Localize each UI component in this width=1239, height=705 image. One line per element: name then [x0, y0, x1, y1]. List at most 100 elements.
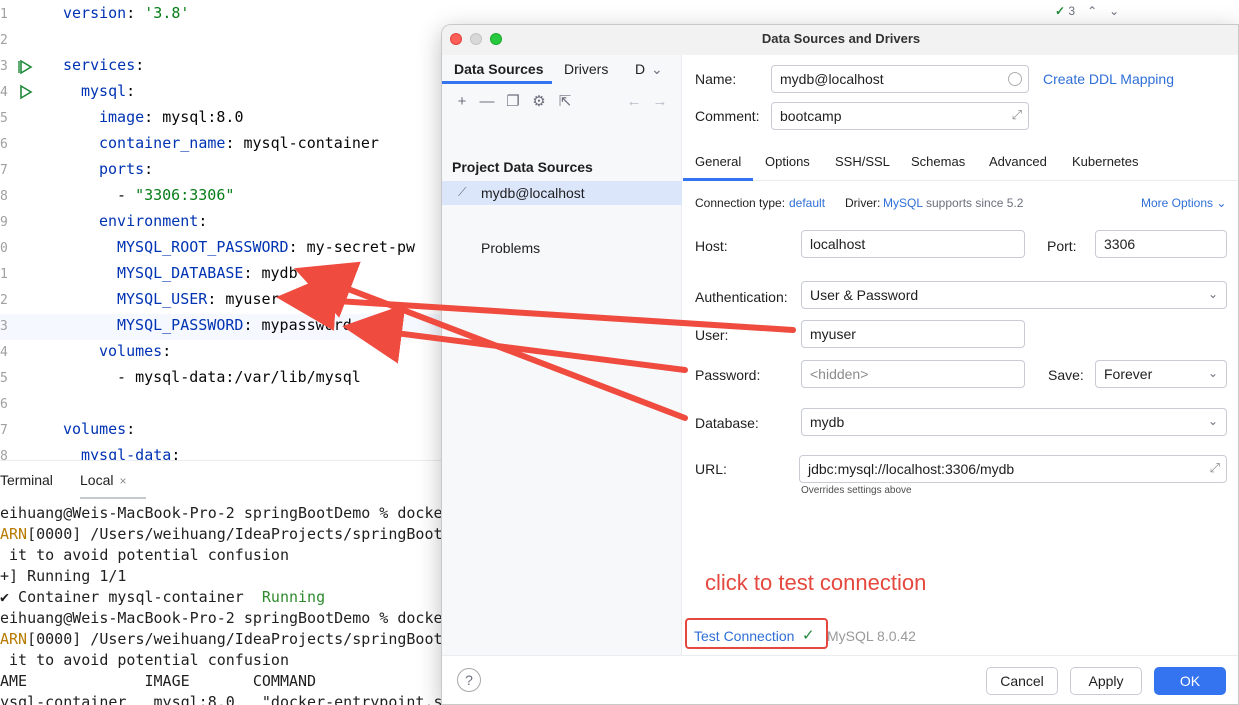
- remove-icon[interactable]: —: [478, 93, 496, 111]
- create-ddl-mapping-link[interactable]: Create DDL Mapping: [1043, 71, 1174, 87]
- dialog-footer: ? Cancel Apply OK: [442, 655, 1238, 704]
- close-icon[interactable]: ×: [119, 474, 126, 488]
- line-number: 3: [0, 59, 8, 74]
- authentication-select[interactable]: User & Password ⌄: [801, 281, 1227, 309]
- yaml-separator: :: [243, 264, 262, 282]
- chevron-down-icon[interactable]: ⌄: [651, 61, 663, 78]
- tab-general[interactable]: General: [695, 154, 741, 169]
- help-icon[interactable]: ?: [457, 668, 481, 692]
- dialog-title: Data Sources and Drivers: [761, 31, 921, 46]
- terminal-tab-local[interactable]: Local ×: [80, 461, 146, 499]
- ok-button[interactable]: OK: [1154, 667, 1226, 695]
- tab-drivers[interactable]: Drivers: [564, 61, 608, 77]
- code-line[interactable]: mysql:: [81, 82, 135, 100]
- tab-options[interactable]: Options: [765, 154, 810, 169]
- code-line[interactable]: services:: [63, 56, 144, 74]
- url-value: jdbc:mysql://localhost:3306/mydb: [808, 461, 1015, 477]
- line-number: 3: [0, 319, 8, 334]
- code-line[interactable]: - mysql-data:/var/lib/mysql: [117, 368, 361, 386]
- code-line[interactable]: image: mysql:8.0: [99, 108, 244, 126]
- run-gutter-icon[interactable]: [18, 59, 34, 75]
- more-options-link[interactable]: More Options ⌄: [1141, 196, 1226, 210]
- data-sources-sidebar: Data Sources Drivers D ⌄ + — ❐ ⚙ ⇱ ← → P…: [442, 55, 682, 655]
- yaml-separator: :: [135, 56, 145, 74]
- gear-icon[interactable]: ⚙: [530, 93, 548, 111]
- terminal-line: AME IMAGE COMMAND: [0, 672, 316, 690]
- terminal-line: it to avoid potential confusion: [0, 651, 289, 669]
- terminal-text: [0000] /Users/weihuang/IdeaProjects/spri…: [27, 630, 443, 648]
- comment-field[interactable]: bootcamp ⤢: [771, 102, 1029, 130]
- data-source-label: mydb@localhost: [481, 185, 585, 201]
- code-line[interactable]: MYSQL_USER: myuser: [117, 290, 280, 308]
- tab-ssh-ssl[interactable]: SSH/SSL: [835, 154, 890, 169]
- line-number: 0: [0, 241, 8, 256]
- line-number: 8: [0, 189, 8, 204]
- code-line[interactable]: version: '3.8': [63, 4, 189, 22]
- code-line[interactable]: MYSQL_PASSWORD: mypassword: [117, 316, 352, 334]
- chevron-down-icon[interactable]: ⌄: [1109, 4, 1119, 18]
- test-connection-link[interactable]: Test Connection: [694, 628, 794, 644]
- code-line[interactable]: MYSQL_DATABASE: mydb: [117, 264, 298, 282]
- data-sources-dialog: Data Sources and Drivers Data Sources Dr…: [441, 24, 1239, 705]
- terminal-text: ysql-container mysql:8.0 "docker-entrypo…: [0, 693, 443, 705]
- save-select[interactable]: Forever ⌄: [1095, 360, 1227, 388]
- duplicate-icon[interactable]: ❐: [504, 93, 522, 111]
- comment-label: Comment:: [695, 108, 760, 124]
- line-number: 5: [0, 371, 8, 386]
- tab-schemas[interactable]: Schemas: [911, 154, 965, 169]
- code-line[interactable]: - "3306:3306": [117, 186, 234, 204]
- expand-icon[interactable]: ⤢: [1210, 460, 1220, 476]
- more-options-label: More Options: [1141, 196, 1214, 210]
- authentication-label: Authentication:: [695, 289, 788, 305]
- code-line[interactable]: MYSQL_ROOT_PASSWORD: my-secret-pw: [117, 238, 415, 256]
- forward-arrow-icon[interactable]: →: [651, 93, 669, 111]
- code-line[interactable]: ports:: [99, 160, 153, 178]
- password-field[interactable]: <hidden>: [801, 360, 1025, 388]
- data-source-item[interactable]: ⟋ mydb@localhost: [442, 181, 682, 205]
- editor-toolbar: ✓ 3 ⌃ ⌄: [1055, 4, 1119, 18]
- code-line[interactable]: volumes:: [63, 420, 135, 438]
- tab-advanced[interactable]: Advanced: [989, 154, 1047, 169]
- yaml-value: mydb: [261, 264, 298, 282]
- terminal-line: ARN[0000] /Users/weihuang/IdeaProjects/s…: [0, 630, 443, 648]
- yaml-key: MYSQL_ROOT_PASSWORD: [117, 238, 289, 256]
- terminal-text: +] Running 1/1: [0, 567, 127, 585]
- yaml-separator: :: [162, 342, 172, 360]
- code-line[interactable]: container_name: mysql-container: [99, 134, 379, 152]
- tab-kubernetes[interactable]: Kubernetes: [1072, 154, 1139, 169]
- add-icon[interactable]: +: [453, 93, 471, 111]
- connection-type-link[interactable]: default: [789, 196, 825, 210]
- inspection-check-icon[interactable]: ✓ 3: [1055, 4, 1075, 18]
- chevron-up-icon[interactable]: ⌃: [1087, 4, 1097, 18]
- user-field[interactable]: myuser: [801, 320, 1025, 348]
- url-field[interactable]: jdbc:mysql://localhost:3306/mydb ⤢: [799, 455, 1227, 483]
- authentication-value: User & Password: [810, 287, 919, 303]
- run-gutter-icon[interactable]: [18, 84, 34, 100]
- yaml-key: -: [117, 368, 136, 386]
- comment-value: bootcamp: [780, 108, 842, 124]
- yaml-value: mysql:8.0: [162, 108, 244, 126]
- yaml-value: my-secret-pw: [306, 238, 416, 256]
- problems-item[interactable]: Problems: [481, 240, 540, 256]
- connection-type-label: Connection type:: [695, 196, 786, 210]
- export-icon[interactable]: ⇱: [556, 93, 574, 111]
- tab-data-sources[interactable]: Data Sources: [454, 61, 543, 77]
- code-line[interactable]: volumes:: [99, 342, 171, 360]
- yaml-key: environment: [99, 212, 199, 230]
- apply-button[interactable]: Apply: [1070, 667, 1142, 695]
- color-circle-icon[interactable]: [1008, 72, 1022, 86]
- name-field[interactable]: mydb@localhost: [771, 65, 1029, 93]
- expand-icon[interactable]: ⤢: [1012, 107, 1022, 123]
- database-select[interactable]: mydb ⌄: [801, 408, 1227, 436]
- yaml-separator: :: [225, 134, 244, 152]
- cancel-button[interactable]: Cancel: [986, 667, 1058, 695]
- driver-link[interactable]: MySQL: [883, 196, 923, 210]
- code-line[interactable]: environment:: [99, 212, 207, 230]
- yaml-value: mysql-data:/var/lib/mysql: [135, 368, 361, 386]
- host-field[interactable]: localhost: [801, 230, 1025, 258]
- line-number: 4: [0, 345, 8, 360]
- tab-overflow[interactable]: D: [635, 61, 645, 77]
- name-value: mydb@localhost: [780, 71, 884, 87]
- back-arrow-icon[interactable]: ←: [625, 93, 643, 111]
- port-field[interactable]: 3306: [1095, 230, 1227, 258]
